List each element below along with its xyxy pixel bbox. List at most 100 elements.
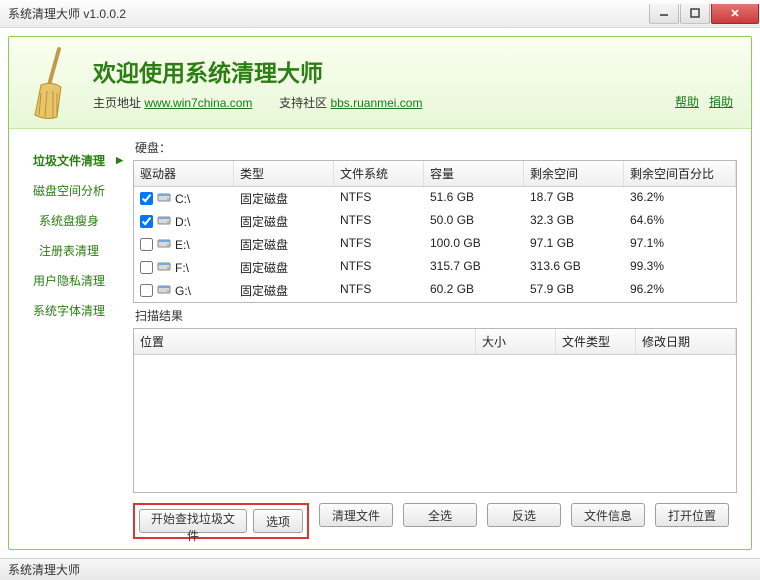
options-button[interactable]: 选项 [253, 509, 303, 533]
links-row: 主页地址 www.win7china.com 支持社区 bbs.ruanmei.… [93, 94, 422, 111]
disks-listview: 驱动器 类型 文件系统 容量 剩余空间 剩余空间百分比 C:\固定磁盘NTFS5… [133, 160, 737, 303]
maximize-button[interactable] [680, 4, 710, 24]
homepage-link[interactable]: www.win7china.com [144, 96, 252, 110]
sidebar-item-label: 垃圾文件清理 [33, 152, 105, 169]
drive-name: F:\ [175, 261, 189, 275]
drive-fs: NTFS [334, 280, 424, 301]
col-header-size[interactable]: 大小 [476, 329, 556, 354]
sidebar-item-label: 系统字体清理 [33, 302, 105, 319]
minimize-button[interactable] [649, 4, 679, 24]
close-button[interactable] [711, 4, 759, 24]
donate-link[interactable]: 捐助 [709, 95, 733, 109]
disks-label: 硬盘： [135, 139, 737, 156]
sidebar-item-junk-clean[interactable]: 垃圾文件清理 [9, 145, 129, 175]
drive-icon [157, 260, 171, 275]
drive-checkbox[interactable] [140, 238, 153, 251]
drive-pct: 96.2% [624, 280, 736, 301]
disks-body: C:\固定磁盘NTFS51.6 GB18.7 GB36.2%D:\固定磁盘NTF… [134, 187, 736, 302]
col-header-cap[interactable]: 容量 [424, 161, 524, 186]
results-header-row: 位置 大小 文件类型 修改日期 [134, 329, 736, 355]
sidebar-item-label: 系统盘瘦身 [39, 212, 99, 229]
main-area: 硬盘： 驱动器 类型 文件系统 容量 剩余空间 剩余空间百分比 C:\固定磁盘N… [129, 129, 751, 549]
table-row[interactable]: E:\固定磁盘NTFS100.0 GB97.1 GB97.1% [134, 233, 736, 256]
titlebar: 系统清理大师 v1.0.0.2 [0, 0, 760, 28]
drive-fs: NTFS [334, 234, 424, 255]
table-row[interactable]: F:\ 固定磁盘NTFS315.7 GB313.6 GB99.3% [134, 256, 736, 279]
sidebar-item-disk-analysis[interactable]: 磁盘空间分析 [9, 175, 129, 205]
invert-button[interactable]: 反选 [487, 503, 561, 527]
drive-icon [157, 214, 171, 229]
help-link[interactable]: 帮助 [675, 95, 699, 109]
col-header-date[interactable]: 修改日期 [636, 329, 736, 354]
broom-icon [27, 45, 77, 121]
clean-button[interactable]: 清理文件 [319, 503, 393, 527]
drive-type: 固定磁盘 [234, 234, 334, 255]
col-header-drive[interactable]: 驱动器 [134, 161, 234, 186]
col-header-pct[interactable]: 剩余空间百分比 [624, 161, 736, 186]
drive-cap: 100.0 GB [424, 234, 524, 255]
statusbar: 系统清理大师 [0, 558, 760, 580]
drive-free: 97.1 GB [524, 234, 624, 255]
sidebar-item-label: 注册表清理 [39, 242, 99, 259]
sidebar: 垃圾文件清理 磁盘空间分析 系统盘瘦身 注册表清理 用户隐私清理 系统字体清理 [9, 129, 129, 549]
drive-free: 57.9 GB [524, 280, 624, 301]
drive-checkbox[interactable] [140, 192, 153, 205]
table-row[interactable]: C:\固定磁盘NTFS51.6 GB18.7 GB36.2% [134, 187, 736, 210]
drive-name: G:\ [175, 284, 191, 298]
highlight-box: 开始查找垃圾文件 选项 [133, 503, 309, 539]
drive-checkbox[interactable] [140, 215, 153, 228]
community-link[interactable]: bbs.ruanmei.com [330, 96, 422, 110]
start-scan-button[interactable]: 开始查找垃圾文件 [139, 509, 247, 533]
button-row: 开始查找垃圾文件 选项 清理文件 全选 反选 文件信息 打开位置 [133, 503, 737, 539]
drive-icon [157, 237, 171, 252]
app-title: 欢迎使用系统清理大师 [93, 54, 422, 88]
drive-free: 313.6 GB [524, 257, 624, 278]
main-panel: 欢迎使用系统清理大师 主页地址 www.win7china.com 支持社区 b… [8, 36, 752, 550]
drive-type: 固定磁盘 [234, 257, 334, 278]
header: 欢迎使用系统清理大师 主页地址 www.win7china.com 支持社区 b… [9, 37, 751, 129]
drive-name: E:\ [175, 238, 190, 252]
sidebar-item-label: 磁盘空间分析 [33, 182, 105, 199]
sidebar-item-privacy-clean[interactable]: 用户隐私清理 [9, 265, 129, 295]
drive-cap: 315.7 GB [424, 257, 524, 278]
drive-pct: 99.3% [624, 257, 736, 278]
sidebar-item-system-slim[interactable]: 系统盘瘦身 [9, 205, 129, 235]
community-label: 支持社区 [279, 96, 327, 110]
drive-icon [157, 191, 171, 206]
homepage-label: 主页地址 [93, 96, 141, 110]
drive-free: 32.3 GB [524, 211, 624, 232]
col-header-location[interactable]: 位置 [134, 329, 476, 354]
col-header-free[interactable]: 剩余空间 [524, 161, 624, 186]
drive-fs: NTFS [334, 257, 424, 278]
disks-header-row: 驱动器 类型 文件系统 容量 剩余空间 剩余空间百分比 [134, 161, 736, 187]
table-row[interactable]: G:\固定磁盘NTFS60.2 GB57.9 GB96.2% [134, 279, 736, 302]
drive-name: D:\ [175, 215, 190, 229]
sidebar-item-label: 用户隐私清理 [33, 272, 105, 289]
drive-checkbox[interactable] [140, 284, 153, 297]
window-title: 系统清理大师 v1.0.0.2 [8, 5, 126, 22]
col-header-ftype[interactable]: 文件类型 [556, 329, 636, 354]
select-all-button[interactable]: 全选 [403, 503, 477, 527]
drive-icon [157, 283, 171, 298]
drive-fs: NTFS [334, 188, 424, 209]
file-info-button[interactable]: 文件信息 [571, 503, 645, 527]
col-header-fs[interactable]: 文件系统 [334, 161, 424, 186]
drive-free: 18.7 GB [524, 188, 624, 209]
open-location-button[interactable]: 打开位置 [655, 503, 729, 527]
sidebar-item-registry-clean[interactable]: 注册表清理 [9, 235, 129, 265]
drive-checkbox[interactable] [140, 261, 153, 274]
col-header-type[interactable]: 类型 [234, 161, 334, 186]
drive-pct: 64.6% [624, 211, 736, 232]
drive-cap: 51.6 GB [424, 188, 524, 209]
table-row[interactable]: D:\ 固定磁盘NTFS50.0 GB32.3 GB64.6% [134, 210, 736, 233]
drive-cap: 50.0 GB [424, 211, 524, 232]
drive-name: C:\ [175, 192, 190, 206]
drive-fs: NTFS [334, 211, 424, 232]
results-label: 扫描结果 [135, 307, 737, 324]
top-links: 帮助 捐助 [675, 93, 733, 110]
sidebar-item-font-clean[interactable]: 系统字体清理 [9, 295, 129, 325]
status-text: 系统清理大师 [8, 561, 80, 578]
drive-type: 固定磁盘 [234, 280, 334, 301]
drive-type: 固定磁盘 [234, 211, 334, 232]
drive-pct: 36.2% [624, 188, 736, 209]
